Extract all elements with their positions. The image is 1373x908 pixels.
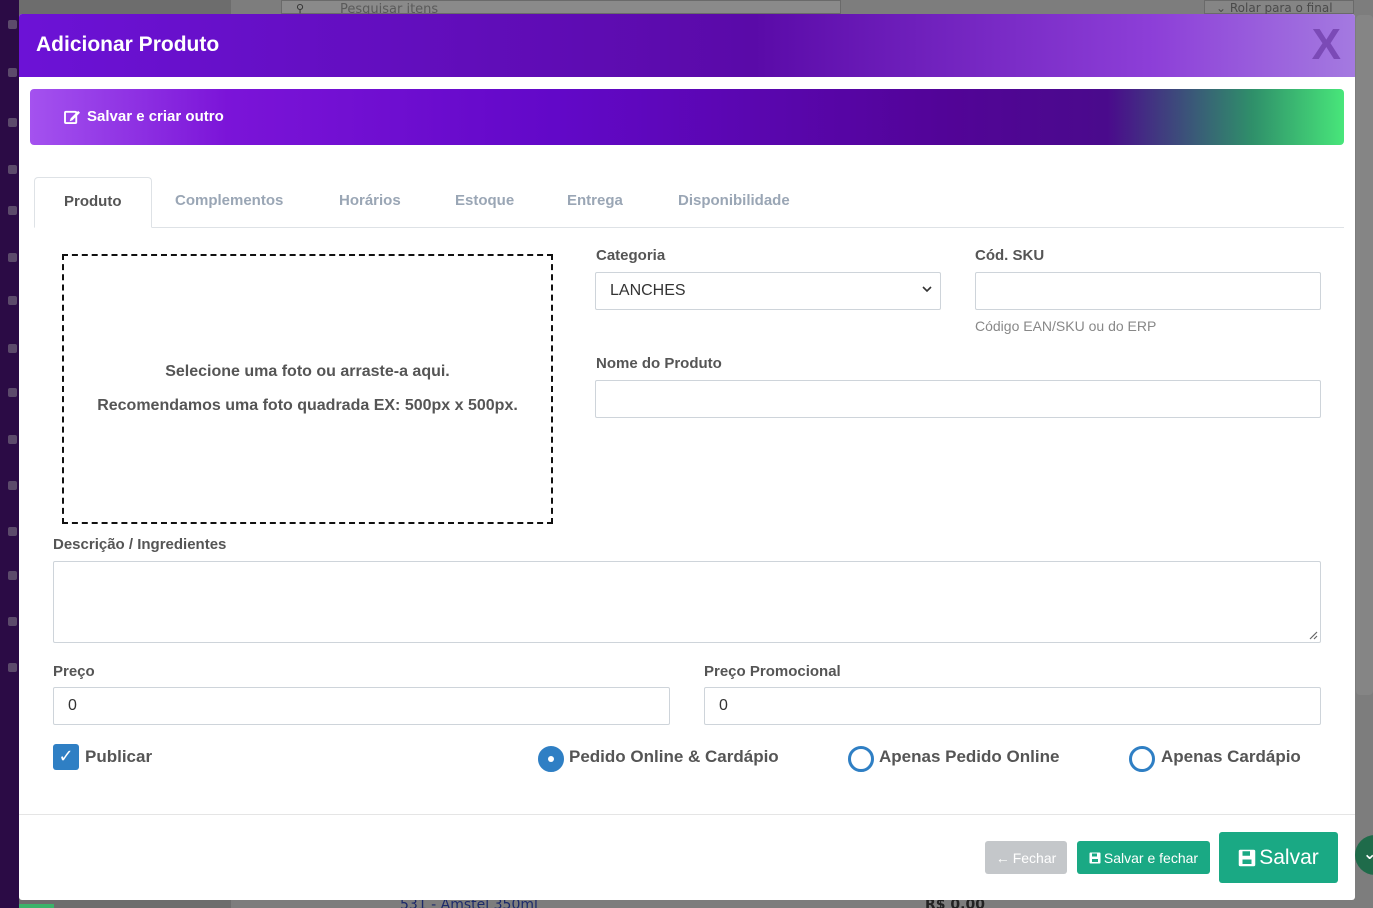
sidebar-icon — [8, 527, 17, 536]
close-icon[interactable]: X — [1312, 20, 1341, 70]
sidebar-icon — [8, 344, 17, 353]
tab-entrega[interactable]: Entrega — [538, 177, 652, 228]
chevron-down-icon: ⌄ — [1363, 844, 1373, 863]
promo-price-input[interactable]: 0 — [704, 687, 1321, 725]
radio-menu-only[interactable] — [1129, 746, 1155, 772]
sidebar-icon — [8, 253, 17, 262]
save-button-label: Salvar — [1259, 845, 1319, 869]
sidebar-icon — [8, 571, 17, 580]
price-label: Preço — [53, 663, 95, 680]
sidebar-icon — [8, 20, 17, 29]
arrow-left-icon: ← — [995, 849, 1010, 866]
publish-label: Publicar — [85, 747, 153, 766]
save-icon — [1089, 852, 1101, 863]
promo-price-label: Preço Promocional — [704, 663, 841, 680]
tab-complementos[interactable]: Complementos — [146, 177, 312, 228]
category-select-value: LANCHES — [610, 282, 686, 299]
tab-produto[interactable]: Produto — [34, 177, 152, 228]
product-name-input[interactable] — [595, 380, 1321, 418]
price-input[interactable]: 0 — [53, 687, 670, 725]
tab-disponibilidade[interactable]: Disponibilidade — [649, 177, 819, 228]
sidebar-icon — [8, 118, 17, 127]
category-label: Categoria — [596, 247, 666, 264]
photo-dropzone[interactable]: Selecione uma foto ou arraste-a aqui. Re… — [62, 254, 553, 524]
category-select[interactable]: LANCHES — [595, 272, 941, 310]
sidebar-icon — [8, 206, 17, 215]
radio-online-and-menu-label: Pedido Online & Cardápio — [569, 747, 779, 766]
background-card — [1356, 15, 1373, 695]
action-bar: Salvar e criar outro — [30, 89, 1344, 145]
sidebar-icon — [8, 435, 17, 444]
modal-title: Adicionar Produto — [36, 33, 220, 56]
resize-grip-icon[interactable] — [1308, 630, 1318, 640]
scroll-to-end-label: ⌄ Rolar para o final — [1216, 1, 1333, 15]
save-and-create-another-button[interactable]: Salvar e criar outro — [64, 108, 224, 125]
footer-divider — [19, 814, 1355, 815]
close-button-label: Fechar — [1012, 849, 1057, 866]
dropzone-instruction: Selecione uma foto ou arraste-a aqui. — [165, 363, 450, 380]
background-strip — [19, 904, 54, 908]
save-and-create-another-label: Salvar e criar outro — [87, 108, 224, 125]
save-icon — [1238, 849, 1256, 866]
product-name-label: Nome do Produto — [596, 355, 722, 372]
save-and-close-label: Salvar e fechar — [1103, 849, 1199, 866]
tab-estoque[interactable]: Estoque — [426, 177, 543, 228]
sidebar-icon — [8, 68, 17, 77]
radio-online-only[interactable] — [848, 746, 874, 772]
close-button[interactable]: ← Fechar — [985, 841, 1067, 874]
chevron-down-icon — [922, 286, 932, 293]
sidebar-icon — [8, 617, 17, 626]
sku-label: Cód. SKU — [975, 247, 1045, 264]
radio-online-and-menu[interactable] — [538, 746, 564, 772]
sidebar-icon — [8, 165, 17, 174]
edit-icon — [64, 110, 80, 124]
save-and-close-button[interactable]: Salvar e fechar — [1077, 841, 1210, 874]
sidebar-icon — [8, 663, 17, 672]
product-tabs: Produto Complementos Horários Estoque En… — [34, 177, 1344, 228]
app-sidebar — [0, 0, 19, 908]
radio-menu-only-label: Apenas Cardápio — [1161, 747, 1301, 766]
check-icon: ✓ — [58, 746, 74, 767]
description-textarea[interactable] — [53, 561, 1321, 643]
radio-online-only-label: Apenas Pedido Online — [879, 747, 1060, 766]
sidebar-icon — [8, 481, 17, 490]
publish-checkbox[interactable]: ✓ — [53, 744, 79, 770]
tab-horarios[interactable]: Horários — [310, 177, 430, 228]
save-button[interactable]: Salvar — [1219, 832, 1338, 883]
modal-header: Adicionar Produto X — [19, 14, 1355, 77]
description-label: Descrição / Ingredientes — [53, 536, 227, 553]
sku-input[interactable] — [975, 272, 1321, 310]
sidebar-icon — [8, 388, 17, 397]
sidebar-icon — [8, 296, 17, 305]
add-product-modal: Adicionar Produto X Salvar e criar outro… — [19, 14, 1355, 900]
dropzone-recommendation: Recomendamos uma foto quadrada EX: 500px… — [97, 397, 518, 414]
sku-help-text: Código EAN/SKU ou do ERP — [975, 318, 1157, 334]
scroll-label-text: Rolar para o final — [1229, 1, 1333, 15]
